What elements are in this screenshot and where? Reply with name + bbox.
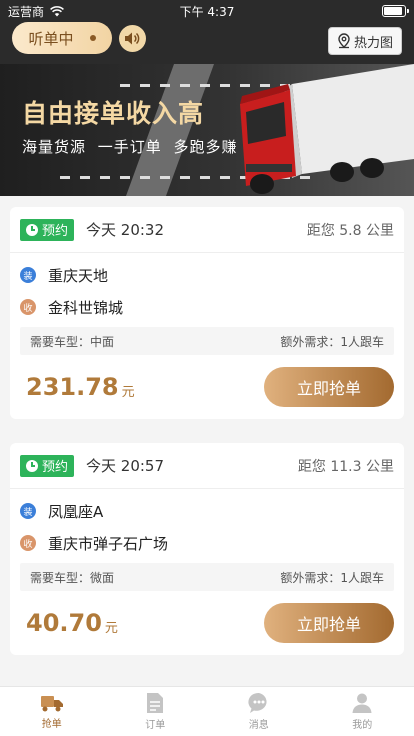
promo-banner[interactable]: 自由接单收入高 海量货源 一手订单 多跑多赚	[0, 64, 414, 196]
order-card-header: 预约 今天 20:32 距您 5.8 公里	[10, 207, 404, 253]
chat-icon	[248, 692, 267, 713]
load-address: 重庆天地	[48, 266, 109, 285]
battery-icon	[382, 5, 409, 17]
status-left: 运营商	[8, 3, 64, 20]
order-time: 今天 20:32	[86, 221, 165, 239]
banner-title: 自由接单收入高	[22, 99, 205, 128]
listen-label: 听单中	[28, 29, 74, 48]
listen-toggle-button[interactable]: 听单中	[12, 22, 112, 54]
grab-order-button[interactable]: 立即抢单	[264, 367, 394, 407]
order-time: 今天 20:57	[86, 457, 165, 475]
order-price: 231.78	[26, 373, 119, 401]
tab-label: 消息	[248, 720, 269, 731]
document-icon	[147, 693, 164, 713]
truck-illustration	[240, 64, 414, 194]
wifi-icon	[50, 5, 64, 16]
tab-orders[interactable]: 订单	[104, 687, 208, 736]
tab-label: 订单	[145, 720, 166, 731]
unload-badge: 收	[20, 299, 36, 315]
unload-badge: 收	[20, 535, 36, 551]
status-bar: 运营商 下午 4:37	[0, 0, 414, 22]
grab-order-button[interactable]: 立即抢单	[264, 603, 394, 643]
price-row: 231.78 元 立即抢单	[10, 355, 404, 419]
order-distance: 距您 5.8 公里	[306, 222, 394, 239]
price-unit: 元	[104, 620, 118, 636]
unload-address: 金科世锦城	[48, 298, 124, 317]
order-price: 40.70	[26, 609, 102, 637]
bottom-tab-bar: 抢单 订单 消息 我的	[0, 686, 414, 736]
tab-grab-order[interactable]: 抢单	[0, 687, 104, 736]
price-row: 40.70 元 立即抢单	[10, 591, 404, 655]
load-badge: 装	[20, 503, 36, 519]
order-card-header: 预约 今天 20:57 距您 11.3 公里	[10, 443, 404, 489]
truck-icon	[40, 696, 63, 712]
reservation-tag-label: 预约	[42, 460, 69, 475]
status-right	[382, 5, 409, 17]
tab-messages[interactable]: 消息	[207, 687, 311, 736]
load-address-row: 装 重庆天地	[10, 259, 404, 291]
unload-address-row: 收 重庆市弹子石广场	[10, 527, 404, 559]
speaker-icon	[125, 32, 140, 45]
load-address: 凤凰座A	[48, 502, 104, 521]
reservation-tag: 预约	[20, 454, 75, 477]
order-card[interactable]: 预约 今天 20:57 距您 11.3 公里 装 凤凰座A 收 重庆市弹子石广场…	[10, 443, 404, 655]
heatmap-button[interactable]: 热力图	[328, 27, 402, 55]
vehicle-type: 需要车型：中面	[30, 334, 115, 349]
carrier-label: 运营商	[8, 4, 45, 19]
clock-icon	[26, 223, 38, 236]
location-pin-icon	[338, 33, 350, 49]
heatmap-label: 热力图	[353, 35, 393, 51]
order-distance: 距您 11.3 公里	[297, 458, 394, 475]
tab-profile[interactable]: 我的	[311, 687, 414, 736]
header: 听单中 热力图	[0, 22, 414, 64]
extra-requirement: 额外需求：1人跟车	[280, 570, 384, 585]
banner-subtitle: 海量货源 一手订单 多跑多赚	[22, 138, 238, 156]
order-card[interactable]: 预约 今天 20:32 距您 5.8 公里 装 重庆天地 收 金科世锦城 需要车…	[10, 207, 404, 419]
load-badge: 装	[20, 267, 36, 283]
person-icon	[352, 693, 372, 713]
listen-dot-icon	[89, 35, 96, 41]
tab-label: 抢单	[41, 719, 62, 730]
unload-address: 重庆市弹子石广场	[48, 534, 169, 553]
requirements-bar: 需要车型：中面 额外需求：1人跟车	[20, 327, 394, 355]
speaker-button[interactable]	[119, 25, 146, 52]
tab-label: 我的	[352, 720, 373, 731]
load-address-row: 装 凤凰座A	[10, 495, 404, 527]
price-unit: 元	[121, 384, 135, 400]
reservation-tag-label: 预约	[42, 224, 69, 239]
battery-fill	[384, 7, 403, 15]
clock-icon	[26, 459, 38, 472]
vehicle-type: 需要车型：微面	[30, 570, 115, 585]
requirements-bar: 需要车型：微面 额外需求：1人跟车	[20, 563, 394, 591]
reservation-tag: 预约	[20, 218, 75, 241]
unload-address-row: 收 金科世锦城	[10, 291, 404, 323]
extra-requirement: 额外需求：1人跟车	[280, 334, 384, 349]
